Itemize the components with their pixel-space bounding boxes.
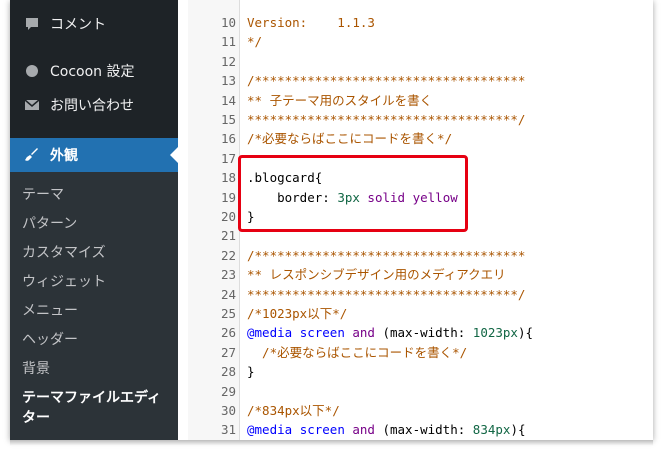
code-token: and [352,422,375,438]
line-number: 24 [220,286,236,302]
code-line[interactable]: 29 [188,382,653,402]
code-text: ************************************/ [247,286,526,302]
code-token: @media [247,325,293,341]
line-number: 25 [220,306,236,321]
code-line[interactable]: 14 ** 子テーマ用のスタイルを書く [188,91,653,111]
code-text: @media screen and (max-width: 1023px){ [247,323,533,343]
submenu-item-header[interactable]: ヘッダー [22,329,78,349]
submenu-item-customize[interactable]: カスタマイズ [22,242,106,262]
window-shadow [10,440,653,446]
code-line[interactable]: 24 ************************************/ [188,285,653,305]
sidebar-item-comments[interactable]: コメント [10,12,178,36]
code-text: ** レスポンシブデザイン用のメディアクエリ [247,267,506,283]
code-line[interactable]: 13 /************************************ [188,71,653,91]
line-number: 26 [220,325,236,341]
code-line[interactable]: 10 Version: 1.1.3 [188,13,653,33]
highlight-box [238,155,468,232]
code-line[interactable]: 15 ************************************/ [188,110,653,130]
line-number: 15 [220,112,236,127]
editor-scrollbar[interactable] [645,0,653,440]
code-line[interactable]: 27 /*必要ならばここにコードを書く*/ [188,343,653,363]
code-token: @media [247,422,293,438]
sidebar-item-label: お問い合わせ [50,98,134,114]
code-text: /*必要ならばここにコードを書く*/ [247,344,468,360]
submenu-item-theme-file-editor-cont[interactable]: ター [22,407,50,427]
code-token: screen [299,422,345,438]
line-number: 29 [220,383,236,399]
comment-icon [24,16,40,32]
active-indicator [170,147,178,163]
code-text: @media screen and (max-width: 834px){ [247,420,526,440]
code-line[interactable]: 26 @media screen and (max-width: 1023px){ [188,323,653,343]
code-text: Version: 1.1.3 [247,15,375,30]
line-number: 21 [220,228,236,244]
line-number: 16 [220,131,236,147]
line-number: 10 [220,15,236,30]
submenu-item-background[interactable]: 背景 [22,358,50,378]
line-number: 17 [220,150,236,166]
code-text: /*1023px以下*/ [247,306,348,321]
submenu-item-theme-file-editor[interactable]: テーマファイルエディ [22,387,161,407]
code-token: ){ [517,325,534,341]
line-number: 22 [220,247,236,263]
code-line[interactable]: 30 /*834px以下*/ [188,401,653,421]
code-line[interactable]: 28} [188,362,653,382]
code-text: /************************************ [247,247,526,263]
line-number: 20 [220,209,236,224]
code-token: screen [299,325,345,341]
code-line[interactable]: 22 /************************************ [188,246,653,266]
code-token: and [352,325,375,341]
sidebar-item-contact[interactable]: お問い合わせ [10,93,178,117]
line-number: 14 [220,92,236,108]
code-text: /************************************ [247,73,526,89]
line-number: 30 [220,403,236,418]
code-token: 1023px [472,325,518,341]
code-text: /*834px以下*/ [247,403,340,418]
sidebar-item-label: コメント [50,17,106,33]
sidebar-item-cocoon-settings[interactable]: Cocoon 設定 [10,59,178,83]
code-text: ************************************/ [247,112,526,127]
code-text: } [247,364,255,380]
line-number: 11 [220,34,236,50]
line-number: 19 [220,189,236,205]
code-token: ){ [510,422,526,438]
code-line[interactable]: 25 /*1023px以下*/ [188,304,653,324]
submenu-item-themes[interactable]: テーマ [22,184,64,204]
code-token: (max-width: [374,325,473,341]
brush-icon [24,147,40,163]
mail-icon [24,97,40,113]
code-text: /*必要ならばここにコードを書く*/ [247,131,453,147]
line-number: 13 [220,73,236,89]
code-line[interactable]: 16 /*必要ならばここにコードを書く*/ [188,129,653,149]
line-number: 27 [220,344,236,360]
app-window: コメント Cocoon 設定 お問い合わせ 外観 テーマ パターン カスタマイズ… [10,0,653,440]
line-number: 23 [220,267,236,283]
code-text: ** 子テーマ用のスタイルを書く [247,92,433,108]
circle-icon [24,63,40,79]
line-number: 12 [220,53,236,69]
code-line[interactable]: 31 @media screen and (max-width: 834px){ [188,420,653,440]
sidebar-item-label: 外観 [50,148,78,164]
code-token: 834px [472,422,511,438]
code-line[interactable]: 12 [188,52,653,72]
sidebar-item-appearance[interactable]: 外観 [10,138,178,172]
submenu-item-patterns[interactable]: パターン [22,213,77,233]
code-line[interactable]: 11 */ [188,32,653,52]
code-line[interactable]: 23 ** レスポンシブデザイン用のメディアクエリ [188,265,653,285]
line-number: 28 [220,364,236,380]
sidebar-item-label: Cocoon 設定 [50,64,135,80]
submenu-item-widgets[interactable]: ウィジェット [22,271,106,291]
line-number: 18 [220,170,236,186]
code-text: */ [247,34,263,50]
admin-sidebar: コメント Cocoon 設定 お問い合わせ 外観 テーマ パターン カスタマイズ… [10,0,178,440]
submenu-item-menus[interactable]: メニュー [22,300,78,320]
code-token: (max-width: [374,422,473,438]
line-number: 31 [220,422,236,438]
